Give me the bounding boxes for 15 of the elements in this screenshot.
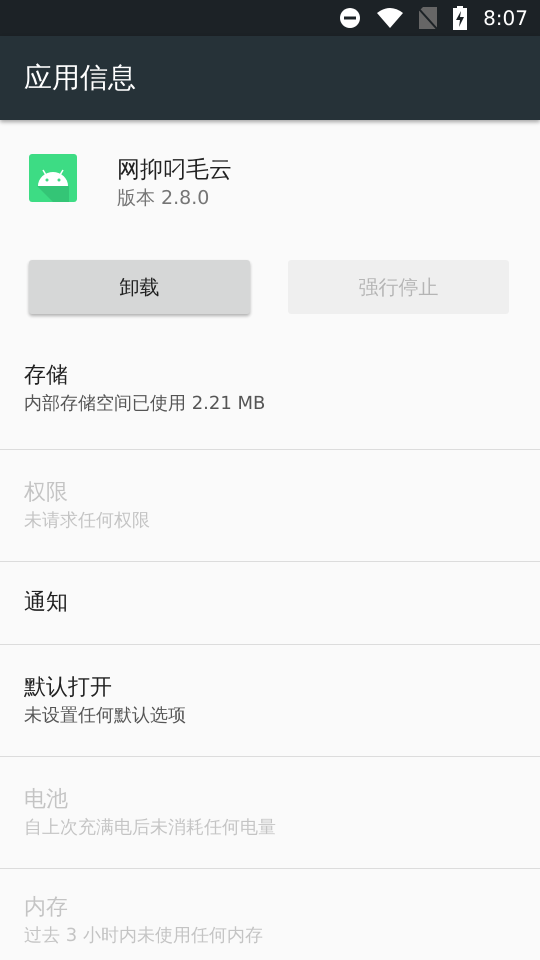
clock-time: 8:07 bbox=[483, 5, 528, 32]
setting-title[interactable]: 通知 bbox=[24, 588, 516, 618]
setting-title[interactable]: 存储 bbox=[24, 361, 516, 391]
toolbar-title: 应用信息 bbox=[24, 60, 136, 96]
app-name: 网抑叼毛云 bbox=[117, 156, 232, 185]
no-sim-icon bbox=[419, 7, 438, 29]
battery-charging-icon bbox=[453, 6, 468, 30]
app-version: 版本 2.8.0 bbox=[117, 186, 210, 211]
action-button[interactable]: 卸载 bbox=[29, 260, 250, 314]
do-not-disturb-icon bbox=[339, 7, 362, 29]
wifi-icon bbox=[377, 8, 404, 28]
setting-title[interactable]: 默认打开 bbox=[24, 673, 516, 703]
android-app-icon bbox=[29, 154, 77, 202]
setting-summary: 未设置任何默认选项 bbox=[24, 704, 187, 728]
setting-summary: 内部存储空间已使用 2.21 MB bbox=[24, 392, 266, 416]
